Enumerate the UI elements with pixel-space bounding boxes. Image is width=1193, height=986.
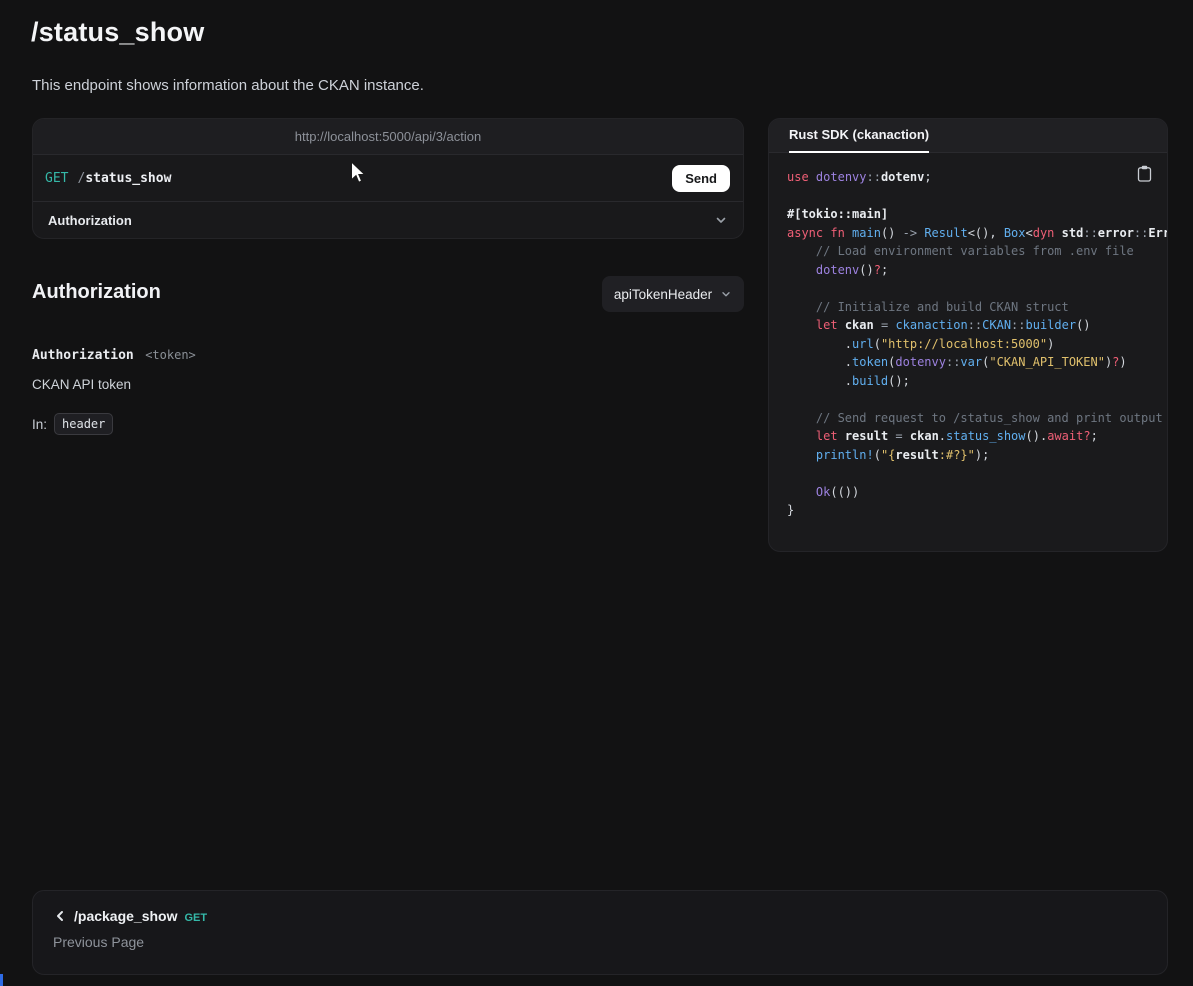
prev-page-label: Previous Page xyxy=(53,934,1147,950)
request-path-name: status_show xyxy=(85,171,171,186)
auth-scheme-select[interactable]: apiTokenHeader xyxy=(602,276,744,312)
request-row: GET /status_show Send xyxy=(33,155,743,201)
page: /status_show This endpoint shows informa… xyxy=(0,0,1193,986)
auth-param-in-row: In: header xyxy=(32,413,113,435)
auth-param-type: <token> xyxy=(145,348,196,362)
auth-param-name: Authorization xyxy=(32,348,134,363)
request-method-badge: GET xyxy=(45,171,68,186)
chevron-down-icon xyxy=(720,288,732,300)
request-auth-label: Authorization xyxy=(48,213,132,228)
auth-in-label: In: xyxy=(32,417,47,432)
page-description: This endpoint shows information about th… xyxy=(32,77,424,94)
code-block: use dotenvy::dotenv; #[tokio::main]async… xyxy=(787,168,1167,520)
corner-marker xyxy=(0,974,3,986)
auth-in-value-badge: header xyxy=(54,413,113,435)
prev-endpoint-path: /package_show xyxy=(74,908,178,924)
request-card: http://localhost:5000/api/3/action GET /… xyxy=(32,118,744,239)
prev-top-row: /package_show GET xyxy=(53,908,1147,924)
authorization-heading: Authorization xyxy=(32,281,161,304)
send-button[interactable]: Send xyxy=(672,165,730,192)
auth-param-row: Authorization <token> xyxy=(32,346,196,364)
base-url-bar[interactable]: http://localhost:5000/api/3/action xyxy=(33,119,743,155)
code-panel-header: Rust SDK (ckanaction) xyxy=(769,119,1167,153)
prev-endpoint-method: GET xyxy=(185,912,208,924)
auth-param-description: CKAN API token xyxy=(32,377,131,392)
auth-scheme-value: apiTokenHeader xyxy=(614,287,712,302)
code-example-panel: Rust SDK (ckanaction) use dotenvy::doten… xyxy=(768,118,1168,552)
code-language-tab[interactable]: Rust SDK (ckanaction) xyxy=(789,119,929,153)
page-title: /status_show xyxy=(31,17,204,48)
clipboard-icon[interactable] xyxy=(1137,165,1152,185)
code-body: use dotenvy::dotenv; #[tokio::main]async… xyxy=(769,153,1167,551)
request-path: /status_show xyxy=(77,171,171,186)
chevron-left-icon xyxy=(53,909,67,923)
previous-page-link[interactable]: /package_show GET Previous Page xyxy=(32,890,1168,975)
chevron-down-icon xyxy=(714,213,728,227)
request-auth-toggle[interactable]: Authorization xyxy=(33,201,743,238)
